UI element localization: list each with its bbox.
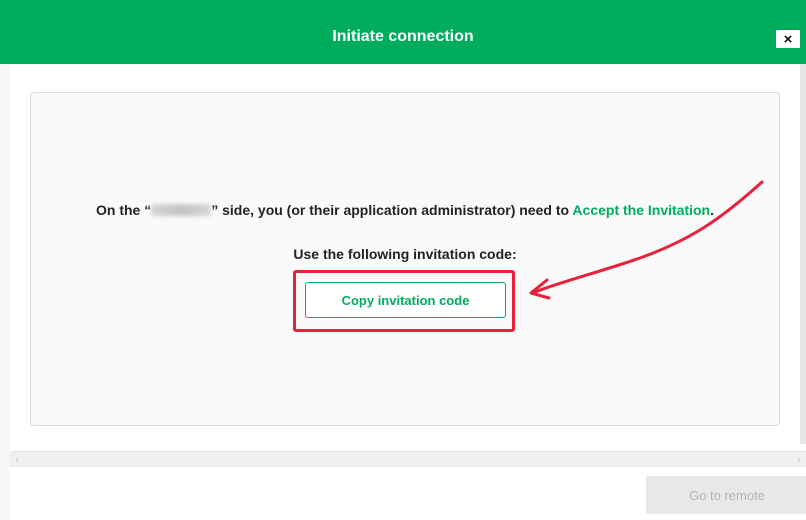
invitation-code-label: Use the following invitation code: — [293, 246, 517, 262]
chevron-right-icon[interactable]: › — [792, 452, 806, 466]
left-edge-strip — [0, 64, 10, 520]
invitation-message: On the “ ” side, you (or their applicatio… — [60, 202, 750, 218]
footer-divider — [10, 466, 806, 467]
go-to-remote-button[interactable]: Go to remote — [646, 476, 806, 514]
dialog-header: Initiate connection — [0, 0, 806, 64]
redacted-name — [151, 204, 212, 216]
close-icon: × — [783, 30, 793, 48]
accept-invitation-link[interactable]: Accept the Invitation — [572, 202, 710, 218]
vertical-scrollbar[interactable] — [800, 64, 806, 444]
chevron-left-icon[interactable]: ‹ — [10, 452, 24, 466]
message-end: . — [710, 202, 714, 218]
message-suffix: ” side, you (or their application admini… — [211, 202, 573, 218]
horizontal-scrollbar[interactable]: ‹ › — [10, 451, 806, 466]
message-prefix: On the “ — [95, 202, 152, 218]
copy-invitation-code-button[interactable]: Copy invitation code — [305, 282, 506, 318]
dialog-title: Initiate connection — [332, 28, 474, 45]
close-button[interactable]: × — [776, 30, 800, 48]
